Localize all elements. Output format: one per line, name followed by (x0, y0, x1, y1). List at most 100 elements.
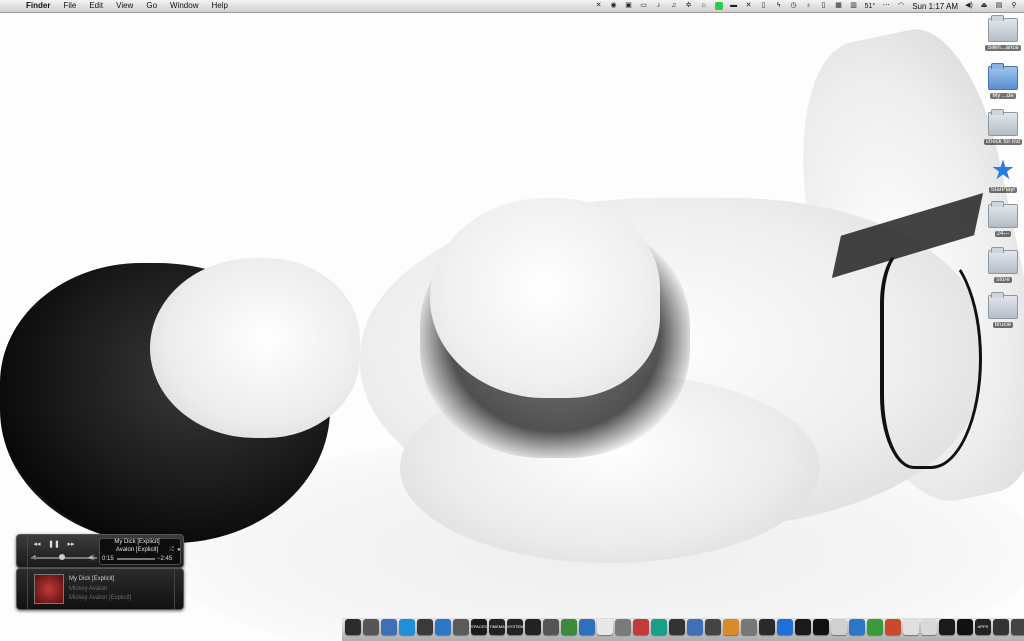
options-icon[interactable]: ● (177, 547, 181, 553)
dock-app-icon[interactable] (831, 619, 847, 635)
folder-icon (988, 292, 1018, 319)
battery-level-icon[interactable]: ▯ (820, 2, 828, 10)
dock-app-icon[interactable] (597, 619, 613, 635)
dock-app-icon[interactable] (381, 619, 397, 635)
shuffle-icon[interactable]: ⤮ (169, 547, 174, 554)
dock-app-icon[interactable] (993, 619, 1009, 635)
dock-app-icon[interactable] (957, 619, 973, 635)
dock-app-icon[interactable] (705, 619, 721, 635)
desktop-icon-check-for-ind[interactable]: check for ind (983, 109, 1023, 145)
dock-app-icon[interactable] (651, 619, 667, 635)
display-icon[interactable]: ▬ (730, 2, 738, 10)
album-artwork (34, 574, 64, 604)
desktop-icon-store[interactable]: store (985, 247, 1021, 283)
eject-icon[interactable]: ⏏ (980, 2, 988, 10)
menu-file[interactable]: File (63, 0, 76, 12)
desktop-icon-starplayr[interactable]: ★ StarPlayr (985, 156, 1021, 193)
dots-icon[interactable]: ⋯ (882, 2, 890, 10)
dock-app-icon[interactable] (579, 619, 595, 635)
menu-window[interactable]: Window (170, 0, 198, 12)
itunes-controller-widget: ◂◂ ❚❚ ▸▸ ◀ ◀) My Dick [Explicit] Avalon … (16, 534, 184, 568)
track-progress-bar[interactable] (117, 558, 155, 560)
dock-app-icon[interactable] (939, 619, 955, 635)
folder-icon (988, 15, 1018, 42)
menubar-clock[interactable]: Sun 1:17 AM (912, 2, 958, 11)
dock-app-icon[interactable] (885, 619, 901, 635)
wifi-icon[interactable]: ◠ (897, 2, 905, 10)
dock-app-icon[interactable] (417, 619, 433, 635)
dock-app-icon[interactable]: APPS (975, 619, 991, 635)
volume-slider-knob[interactable] (59, 554, 65, 560)
time-machine-icon[interactable]: ◷ (790, 2, 798, 10)
gamepad-icon[interactable]: ⌂ (700, 2, 708, 10)
dock-app-icon[interactable] (741, 619, 757, 635)
dock-app-icon[interactable] (363, 619, 379, 635)
dock-app-icon[interactable] (687, 619, 703, 635)
menu-go[interactable]: Go (146, 0, 157, 12)
widget-handle[interactable] (17, 569, 28, 609)
dock-app-icon[interactable] (759, 619, 775, 635)
chip-icon[interactable]: ▦ (835, 2, 843, 10)
widget-side-handle[interactable] (174, 569, 183, 609)
dock-app-icon[interactable] (453, 619, 469, 635)
lock-icon[interactable]: ▣ (625, 2, 633, 10)
dock-app-icon[interactable] (723, 619, 739, 635)
desktop-icon-my-mode[interactable]: My ...de (985, 63, 1021, 99)
dock-app-icon[interactable] (435, 619, 451, 635)
desktop-icon-brucie[interactable]: brucie (985, 292, 1021, 328)
dock-app-icon[interactable] (903, 619, 919, 635)
dock-app-icon[interactable] (813, 619, 829, 635)
dock-app-icon[interactable] (921, 619, 937, 635)
dock-app-icon[interactable] (1011, 619, 1024, 635)
wallpaper-hands (430, 198, 660, 398)
remaining-time: −2:45 (157, 556, 173, 562)
widget-handle[interactable] (17, 535, 28, 567)
temperature-readout[interactable]: 51° (865, 3, 876, 10)
headphones-icon[interactable]: ♁ (805, 2, 813, 10)
dock-app-icon[interactable] (795, 619, 811, 635)
dock-app-icon[interactable] (525, 619, 541, 635)
menu-bar: Finder File Edit View Go Window Help ✕ ◉… (0, 0, 1024, 13)
folder-icon (988, 63, 1018, 90)
bookmark-icon[interactable]: ▯ (760, 2, 768, 10)
dock-app-icon[interactable] (849, 619, 865, 635)
dock-app-icon[interactable] (867, 619, 883, 635)
dock-app-icon[interactable] (345, 619, 361, 635)
star-icon: ★ (990, 155, 1016, 185)
spotlight-search-icon[interactable]: ⚲ (1010, 2, 1018, 10)
previous-track-button[interactable]: ◂◂ (31, 540, 43, 548)
mic-icon[interactable]: ♫ (670, 2, 678, 10)
dock-app-icon[interactable] (777, 619, 793, 635)
music-note-icon[interactable]: ♪ (655, 2, 663, 10)
dock-app-icon[interactable] (633, 619, 649, 635)
skype-icon[interactable]: ◉ (610, 2, 618, 10)
volume-icon[interactable]: ◀) (965, 2, 973, 10)
menu-view[interactable]: View (116, 0, 133, 12)
gear-icon[interactable]: ✲ (685, 2, 693, 10)
dock-app-icon[interactable]: SPACES (471, 619, 487, 635)
next-track-button[interactable]: ▸▸ (65, 540, 77, 548)
sync-icon[interactable]: ✕ (745, 2, 753, 10)
dock-app-icon[interactable] (399, 619, 415, 635)
dock-app-icon[interactable] (561, 619, 577, 635)
dock-app-icon[interactable] (669, 619, 685, 635)
dock-app-icon[interactable]: TIMEMA (489, 619, 505, 635)
user-icon[interactable]: ▤ (995, 2, 1003, 10)
status-green-icon[interactable] (714, 2, 723, 10)
desktop-icon-silence[interactable]: Silen...ance (985, 15, 1021, 51)
dock-app-icon[interactable]: SYSTEM (507, 619, 523, 635)
bars-icon[interactable]: ▥ (850, 2, 858, 10)
menu-edit[interactable]: Edit (89, 0, 103, 12)
butterfly-icon[interactable]: ✕ (595, 2, 603, 10)
lcd-track-title: My Dick [Explicit] (114, 539, 160, 545)
menu-finder[interactable]: Finder (26, 0, 50, 12)
battery-icon[interactable]: ▭ (640, 2, 648, 10)
lightning-icon[interactable]: ϟ (775, 2, 783, 10)
now-playing-album: Mickey Avalon [Explicit] (69, 595, 132, 601)
play-pause-button[interactable]: ❚❚ (48, 540, 60, 548)
desktop-icon-24[interactable]: 24--- (985, 201, 1021, 237)
dock-app-icon[interactable] (543, 619, 559, 635)
menu-help[interactable]: Help (211, 0, 227, 12)
folder-icon (988, 201, 1018, 228)
dock-app-icon[interactable] (615, 619, 631, 635)
